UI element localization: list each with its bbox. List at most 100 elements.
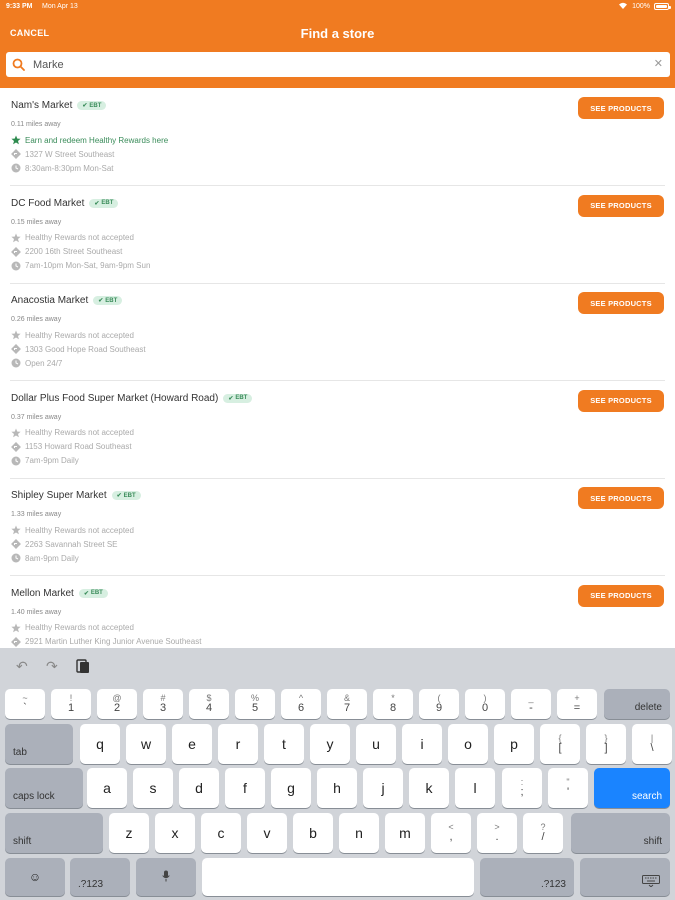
key-letter[interactable]: m — [385, 813, 425, 853]
key-char: ; — [520, 785, 524, 798]
key-char: . — [495, 830, 499, 843]
address-text: 2263 Savannah Street SE — [25, 539, 118, 549]
key-letter[interactable]: h — [317, 768, 357, 808]
status-right: 100% — [618, 2, 671, 11]
key-letter[interactable]: i — [402, 724, 442, 764]
key-letter[interactable]: b — [293, 813, 333, 853]
key-letter[interactable]: l — [455, 768, 495, 808]
store-item[interactable]: Dollar Plus Food Super Market (Howard Ro… — [0, 381, 675, 479]
key-letter[interactable]: d — [179, 768, 219, 808]
emoji-key[interactable]: ☺ — [5, 858, 65, 896]
key-number[interactable]: ^ 6 — [281, 689, 321, 719]
see-products-button[interactable]: SEE PRODUCTS — [578, 292, 664, 314]
space-key[interactable] — [202, 858, 474, 896]
shift-left-key[interactable]: shift — [5, 813, 103, 853]
key-number[interactable]: $4 — [189, 689, 229, 719]
key-symbol[interactable]: }] — [586, 724, 626, 764]
key-letter[interactable]: o — [448, 724, 488, 764]
key-symbol[interactable]: >. — [477, 813, 517, 853]
key-letter[interactable]: x — [155, 813, 195, 853]
key-letter[interactable]: s — [133, 768, 173, 808]
key-symbol[interactable]: <, — [431, 813, 471, 853]
key-letter[interactable]: a — [87, 768, 127, 808]
rewards-row: Healthy Rewards not accepted — [11, 525, 134, 535]
address-row: 2200 16th Street Southeast — [11, 246, 122, 257]
key-letter[interactable]: g — [271, 768, 311, 808]
key-letter[interactable]: y — [310, 724, 350, 764]
undo-icon[interactable]: ↶ — [16, 658, 28, 675]
store-item[interactable]: Nam's Market ✔ EBT 0.11 miles away Earn and … — [0, 88, 675, 186]
key-number[interactable]: % 5 — [235, 689, 275, 719]
ebt-label: EBT — [101, 200, 114, 206]
directions-icon — [11, 441, 21, 452]
key-letter[interactable]: q — [80, 724, 120, 764]
key-letter[interactable]: j — [363, 768, 403, 808]
key-letter[interactable]: z — [109, 813, 149, 853]
store-item[interactable]: Mellon Market ✔ EBT 1.40 miles away Healthy … — [0, 576, 675, 649]
delete-key[interactable]: delete — [604, 689, 670, 719]
paste-icon[interactable] — [76, 658, 90, 677]
hide-keyboard-key[interactable] — [580, 858, 670, 896]
tab-key[interactable]: tab — [5, 724, 73, 764]
key-symbol[interactable]: ? / — [523, 813, 563, 853]
status-date: Mon Apr 13 — [42, 3, 78, 10]
shift-label: shift — [13, 836, 32, 847]
key-number[interactable]: _ - — [511, 689, 551, 719]
key-number[interactable]: ~ ` — [5, 689, 45, 719]
key-letter[interactable]: u — [356, 724, 396, 764]
see-products-button[interactable]: SEE PRODUCTS — [578, 389, 664, 412]
clear-icon[interactable]: ✕ — [654, 57, 663, 70]
key-symbol[interactable]: {[ — [540, 724, 580, 764]
store-name: Mellon Market — [11, 587, 74, 599]
delete-label: delete — [634, 702, 662, 713]
key-number[interactable]: & 7 — [327, 689, 367, 719]
key-number[interactable]: * 8 — [373, 689, 413, 719]
key-symbol[interactable]: " ' — [548, 768, 588, 808]
store-item[interactable]: Shipley Super Market ✔ EBT 1.33 miles away H… — [0, 478, 675, 576]
dictation-key[interactable] — [136, 858, 196, 896]
store-item[interactable]: Anacostia Market ✔ EBT 0.26 miles away Healt… — [0, 283, 675, 381]
key-number[interactable]: (9 — [419, 689, 459, 719]
see-products-button[interactable]: SEE PRODUCTS — [578, 487, 664, 509]
key-char: / — [541, 830, 545, 843]
key-number[interactable]: @2 — [97, 689, 137, 719]
store-name-row: Nam's Market ✔ EBT — [11, 100, 107, 111]
ebt-label: EBT — [89, 102, 102, 109]
clock-icon — [11, 261, 21, 271]
search-key[interactable]: search — [594, 768, 670, 808]
rewards-row: Earn and redeem Healthy Rewards here — [11, 135, 168, 145]
caps-lock-key[interactable]: caps lock — [5, 768, 83, 808]
key-letter[interactable]: t — [264, 724, 304, 764]
ebt-label: EBT — [105, 297, 118, 304]
key-number[interactable]: + = — [557, 689, 597, 719]
numbers-key-right[interactable]: .?123 — [480, 858, 574, 896]
key-letter[interactable]: k — [409, 768, 449, 808]
hours-text: 8:30am-8:30pm Mon-Sat — [25, 163, 114, 173]
key-letter[interactable]: v — [247, 813, 287, 853]
store-list[interactable]: Nam's Market ✔ EBT 0.11 miles away Earn and … — [0, 88, 675, 648]
see-products-button[interactable]: SEE PRODUCTS — [578, 194, 664, 217]
see-products-button[interactable]: SEE PRODUCTS — [578, 97, 664, 119]
store-distance: 1.40 miles away — [11, 608, 62, 616]
shift-right-key[interactable]: shift — [571, 813, 670, 853]
key-number[interactable]: #3 — [143, 689, 183, 719]
store-item[interactable]: DC Food Market ✔ EBT 0.15 miles away Healthy… — [0, 186, 675, 284]
key-letter[interactable]: r — [218, 724, 258, 764]
key-number[interactable]: ! 1 — [51, 689, 91, 719]
search-input[interactable] — [33, 55, 643, 74]
key-symbol[interactable]: :; — [502, 768, 542, 808]
key-letter[interactable]: c — [201, 813, 241, 853]
key-letter[interactable]: e — [172, 724, 212, 764]
numbers-key-left[interactable]: .?123 — [70, 858, 130, 896]
numbers-label: .?123 — [78, 879, 104, 890]
see-products-button[interactable]: SEE PRODUCTS — [578, 584, 664, 607]
key-letter[interactable]: w — [126, 724, 166, 764]
key-symbol[interactable]: | \ — [632, 724, 672, 764]
directions-icon — [11, 636, 21, 647]
key-letter[interactable]: p — [494, 724, 534, 764]
redo-icon[interactable]: ↷ — [46, 658, 58, 675]
key-char: 2 — [113, 701, 121, 714]
key-number[interactable]: ) 0 — [465, 689, 505, 719]
key-letter[interactable]: n — [339, 813, 379, 853]
key-letter[interactable]: f — [225, 768, 265, 808]
